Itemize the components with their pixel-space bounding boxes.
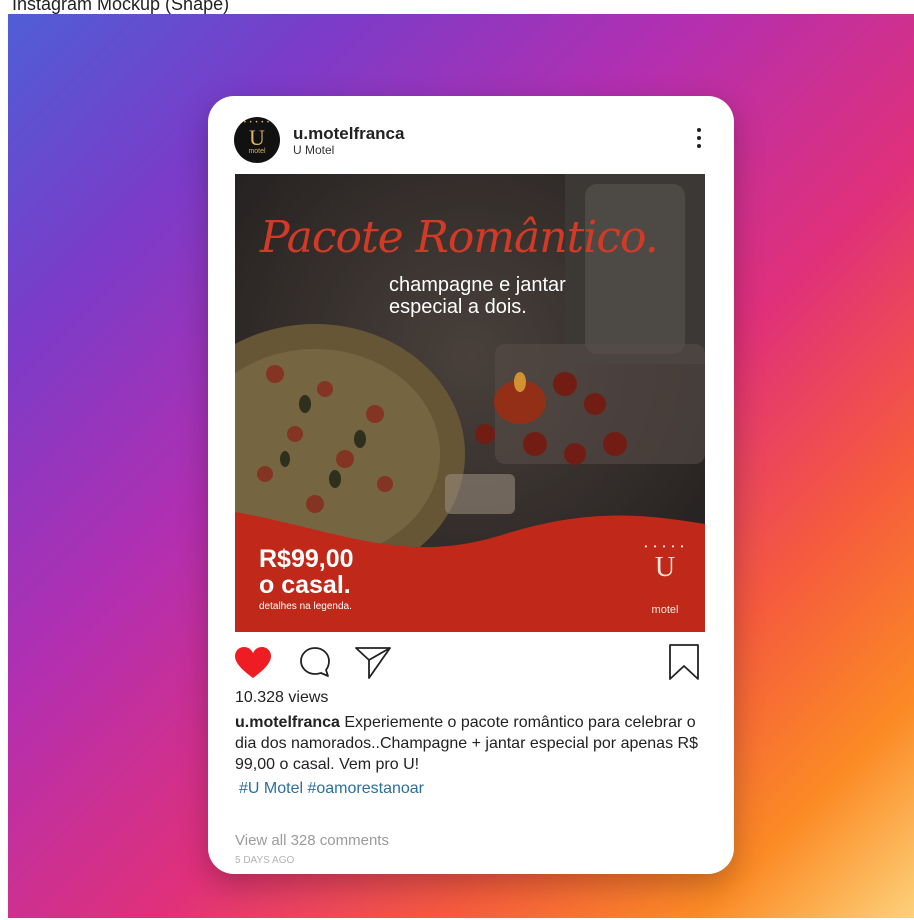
post-tagline-line1: champagne e jantar <box>389 274 566 296</box>
comment-icon[interactable] <box>298 645 332 679</box>
post-actions <box>208 642 734 686</box>
post-price-line2: o casal. <box>259 571 351 599</box>
post-script-title: Pacote Romântico. <box>260 212 659 263</box>
post-tagline: champagne e jantar especial a dois. <box>389 274 566 318</box>
post-image[interactable]: Pacote Romântico. champagne e jantar esp… <box>235 174 705 632</box>
share-icon[interactable] <box>353 644 393 680</box>
instagram-post-card: • • • • • U motel u.motelfranca U Motel <box>208 96 734 874</box>
post-price-note: detalhes na legenda. <box>259 601 352 612</box>
logo-dots: • • • • • <box>644 542 686 551</box>
page-caption: Instagram Mockup (Shape) <box>12 0 230 14</box>
top-strip: Instagram Mockup (Shape) <box>0 0 914 14</box>
logo-mark: U <box>654 552 676 583</box>
avatar[interactable]: • • • • • U motel <box>234 117 280 163</box>
hashtags-link[interactable]: #U Motel #oamorestanoar <box>239 780 424 798</box>
post-username[interactable]: u.motelfranca <box>293 124 404 144</box>
post-account-name: U Motel <box>293 143 335 157</box>
post-timestamp: 5 DAYS AGO <box>235 855 295 866</box>
more-options-icon[interactable] <box>694 128 704 154</box>
caption-username[interactable]: u.motelfranca <box>235 714 340 731</box>
heart-icon[interactable] <box>234 646 272 680</box>
post-tagline-line2: especial a dois. <box>389 296 527 318</box>
post-caption: u.motelfranca Experiemente o pacote româ… <box>235 712 715 775</box>
post-price: R$99,00 o casal. <box>259 546 354 598</box>
post-header: • • • • • U motel u.motelfranca U Motel <box>208 96 734 174</box>
post-price-line1: R$99,00 <box>259 545 354 573</box>
view-count: 10.328 views <box>235 689 329 706</box>
bookmark-icon[interactable] <box>667 642 701 682</box>
avatar-sub: motel <box>248 148 266 155</box>
logo-text: motel <box>651 604 679 616</box>
view-comments-link[interactable]: View all 328 comments <box>235 832 389 849</box>
